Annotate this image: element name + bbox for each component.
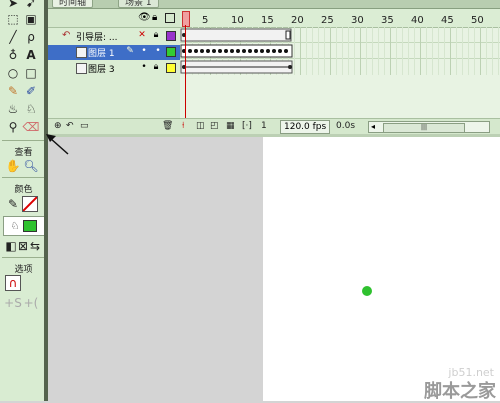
smooth-icon[interactable]: +S — [4, 294, 22, 312]
ruler-tick: 10 — [231, 15, 244, 26]
toolbox-divider — [2, 140, 44, 141]
lock-icon[interactable]: 🔒︎ — [152, 12, 157, 23]
toolbox-divider — [2, 177, 44, 178]
oval-tool-icon[interactable]: ○ — [4, 64, 22, 82]
modify-onion-markers-icon[interactable]: [·] — [242, 121, 252, 131]
fill-color-control[interactable]: ♘ — [3, 216, 45, 236]
swap-colors-icon[interactable]: ⇆ — [26, 237, 44, 255]
ruler-tick: 15 — [261, 15, 274, 26]
layer-color-swatch[interactable] — [166, 31, 176, 41]
watermark-logo: 脚本之家 — [424, 381, 496, 402]
text-tool-icon[interactable]: A — [22, 46, 40, 64]
lasso-tool-icon[interactable]: ρ — [22, 28, 40, 46]
layer-row-1[interactable]: 图层 1 ✎ • • — [48, 45, 180, 60]
zoom-tool-icon[interactable]: 🔍︎ — [22, 157, 40, 175]
onion-skin-outline-icon[interactable]: ◰ — [210, 121, 219, 131]
timeline-status-bar: ⊕ ↶ ▭ 🗑︎ ⍿ ◫ ◰ ▦ [·] 1 120.0 fps 0.0s ◂ … — [48, 118, 500, 135]
eyedropper-tool-icon[interactable]: ⚲ — [4, 118, 22, 136]
rectangle-tool-icon[interactable]: □ — [22, 64, 40, 82]
fill-bucket-icon: ♘ — [10, 220, 20, 232]
ruler-tick: 25 — [321, 15, 334, 26]
ruler-tick: 50 — [471, 15, 484, 26]
timeline-tab[interactable]: 时间轴 — [52, 0, 94, 8]
line-tool-icon[interactable]: ╱ — [4, 28, 22, 46]
ruler-tick: 35 — [381, 15, 394, 26]
eraser-tool-icon[interactable]: ⌫ — [22, 118, 40, 136]
layer-color-swatch[interactable] — [166, 63, 176, 73]
visible-dot-icon[interactable]: • — [140, 47, 148, 56]
options-section-label: 选项 — [14, 265, 33, 275]
ruler-tick: 20 — [291, 15, 304, 26]
delete-layer-icon[interactable]: 🗑︎ — [162, 121, 173, 131]
hand-tool-icon[interactable]: ✋ — [4, 157, 22, 175]
paint-bucket-tool-icon[interactable]: ♘ — [22, 100, 40, 118]
annotation-arrow-icon — [46, 134, 69, 155]
stage[interactable] — [263, 137, 500, 401]
onion-skin-icon[interactable]: ◫ — [196, 121, 205, 131]
snap-to-objects-icon[interactable]: ∩ — [5, 275, 21, 291]
brush-tool-icon[interactable]: ✐ — [22, 82, 40, 100]
guide-layer-icon: ↶ — [62, 30, 71, 41]
timeline-tab-strip: 时间轴 场景 1 — [48, 0, 500, 9]
ruler-tick: 45 — [441, 15, 454, 26]
frame-grid[interactable] — [180, 27, 500, 75]
layer-row-guide[interactable]: ↶ 引导层: ... ✕ 🔒︎ — [48, 29, 180, 44]
current-frame: 1 — [261, 121, 267, 131]
gradient-transform-tool-icon[interactable]: ▣ — [22, 10, 40, 28]
layer-name: 图层 3 — [88, 65, 115, 75]
lock-icon[interactable]: 🔒︎ — [152, 63, 160, 72]
layer-header: 👁︎ 🔒︎ — [48, 9, 180, 28]
visible-dot-icon[interactable]: • — [140, 63, 148, 72]
insert-folder-icon[interactable]: ▭ — [80, 121, 89, 131]
playhead[interactable] — [182, 9, 190, 119]
layer-name: 图层 1 — [88, 49, 115, 59]
pen-tool-icon[interactable]: ♁ — [4, 46, 22, 64]
outline-icon[interactable] — [165, 13, 175, 23]
no-color-slash-icon — [23, 197, 37, 211]
green-dot[interactable] — [362, 286, 372, 296]
eye-icon[interactable]: 👁︎ — [138, 12, 151, 23]
layer-panel: 👁︎ 🔒︎ ↶ 引导层: ... ✕ 🔒︎ 图层 1 ✎ • • 图层 3 • … — [48, 9, 180, 119]
layer-name: 引导层: ... — [76, 33, 118, 43]
ruler-tick: 30 — [351, 15, 364, 26]
ruler-tick: 5 — [202, 15, 209, 26]
colors-section-label: 颜色 — [14, 185, 33, 195]
hidden-x-icon[interactable]: ✕ — [138, 31, 146, 40]
ruler-tick: 40 — [411, 15, 424, 26]
fill-color-swatch — [23, 220, 38, 232]
scroll-thumb[interactable]: ||| — [383, 123, 465, 133]
straighten-icon[interactable]: +( — [22, 294, 40, 312]
toolbox: ➤ ➹ ⬚ ▣ ╱ ρ ♁ A ○ □ ✎ ✐ ♨ ♘ ⚲ ⌫ 查看 ✋ 🔍︎ … — [0, 0, 48, 401]
stroke-color-swatch[interactable] — [22, 196, 38, 212]
elapsed-time: 0.0s — [336, 121, 356, 131]
toolbox-divider — [2, 257, 44, 258]
playhead-handle[interactable] — [182, 11, 190, 27]
ink-bottle-tool-icon[interactable]: ♨ — [4, 100, 22, 118]
scene-label: 场景 1 — [125, 0, 152, 8]
center-frame-icon[interactable]: ⍿ — [182, 121, 184, 131]
frame-rate[interactable]: 120.0 fps — [280, 120, 331, 134]
scene-tab[interactable]: 场景 1 — [118, 0, 159, 8]
pencil-edit-icon: ✎ — [126, 46, 134, 56]
free-transform-tool-icon[interactable]: ⬚ — [4, 10, 22, 28]
playhead-line — [185, 25, 186, 119]
layer-color-swatch[interactable] — [166, 47, 176, 57]
lock-icon[interactable]: 🔒︎ — [152, 31, 160, 40]
frame-ruler[interactable]: 5 10 15 20 25 30 35 40 45 50 — [180, 9, 500, 28]
layer-icon — [76, 47, 87, 58]
stroke-color-icon[interactable]: ✎ — [4, 195, 22, 213]
scroll-left-arrow-icon[interactable]: ◂ — [371, 122, 375, 131]
layer-icon — [76, 63, 87, 74]
frame-area[interactable]: 5 10 15 20 25 30 35 40 45 50 — [180, 9, 500, 119]
pencil-tool-icon[interactable]: ✎ — [4, 82, 22, 100]
edit-multiple-frames-icon[interactable]: ▦ — [226, 121, 235, 131]
layer-row-3[interactable]: 图层 3 • 🔒︎ — [48, 61, 180, 76]
timeline-scrollbar[interactable]: ◂ ||| — [368, 121, 490, 133]
unlocked-dot-icon[interactable]: • — [154, 47, 162, 56]
